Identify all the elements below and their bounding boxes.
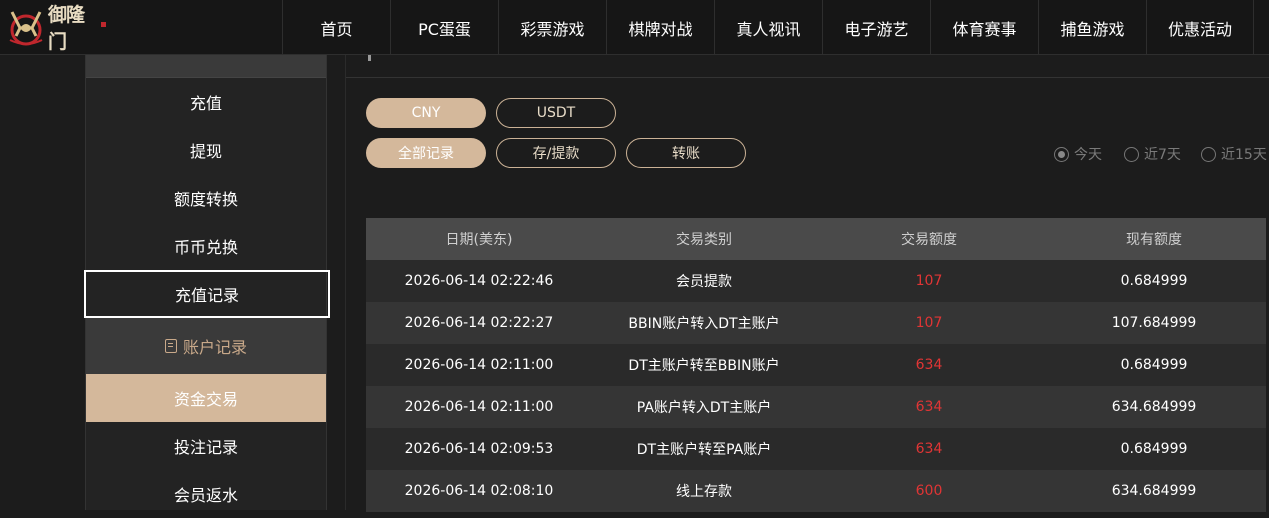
logo-red-dot: [101, 21, 106, 27]
nav-live-video[interactable]: 真人视讯: [714, 0, 822, 55]
cell-type: PA账户转入DT主账户: [636, 400, 772, 416]
filter-transfer-button[interactable]: 转账: [626, 138, 746, 168]
main-content: CNY USDT 全部记录 存/提款 转账 今天 近7天 近15天 日期(美东)…: [345, 55, 1269, 512]
nav-lottery[interactable]: 彩票游戏: [498, 0, 606, 55]
main-nav: 首页 PC蛋蛋 彩票游戏 棋牌对战 真人视讯 电子游艺 体育赛事 捕鱼游戏 优惠…: [282, 0, 1254, 55]
filter-all-records-button[interactable]: 全部记录: [366, 138, 486, 168]
document-icon: [164, 339, 177, 353]
range-7days-label: 近7天: [1144, 147, 1181, 163]
sidebar-group-header: [86, 55, 326, 78]
table-header: 日期(美东) 交易类别 交易额度 现有额度: [366, 218, 1266, 260]
sidebar-item-rebate[interactable]: 会员返水: [86, 470, 326, 518]
cell-date: 2026-06-14 02:11:00: [404, 357, 554, 373]
cell-date: 2026-06-14 02:08:10: [404, 483, 554, 499]
nav-chess-cards[interactable]: 棋牌对战: [606, 0, 714, 55]
header-date: 日期(美东): [445, 232, 513, 248]
range-15days-radio[interactable]: 近15天: [1201, 144, 1267, 164]
logo[interactable]: 御隆门: [6, 4, 106, 53]
filter-deposit-withdraw-button[interactable]: 存/提款: [496, 138, 616, 168]
cell-balance: 107.684999: [1111, 315, 1197, 331]
range-today-label: 今天: [1074, 147, 1102, 163]
nav-promotions[interactable]: 优惠活动: [1146, 0, 1254, 55]
sidebar-group-label: 账户记录: [182, 338, 247, 357]
cell-balance: 634.684999: [1111, 483, 1197, 499]
header-balance: 现有额度: [1126, 232, 1182, 248]
section-header: [346, 55, 1269, 78]
cell-amount: 634: [915, 399, 943, 415]
nav-pc-dandan[interactable]: PC蛋蛋: [390, 0, 498, 55]
cell-type: 会员提款: [676, 274, 732, 290]
nav-sports[interactable]: 体育赛事: [930, 0, 1038, 55]
nav-fishing[interactable]: 捕鱼游戏: [1038, 0, 1146, 55]
sidebar-item-transfer[interactable]: 额度转换: [86, 174, 326, 222]
nav-electronic-games[interactable]: 电子游艺: [822, 0, 930, 55]
section-header-bar: [368, 55, 371, 61]
cell-balance: 0.684999: [1120, 357, 1188, 373]
range-today-radio[interactable]: 今天: [1054, 144, 1102, 164]
range-7days-radio[interactable]: 近7天: [1124, 144, 1181, 164]
cell-amount: 634: [915, 357, 943, 373]
table-row: 2026-06-14 02:08:10 线上存款 600 634.684999: [366, 470, 1266, 512]
cell-amount: 600: [915, 483, 943, 499]
cell-date: 2026-06-14 02:11:00: [404, 399, 554, 415]
top-bar: 御隆门 首页 PC蛋蛋 彩票游戏 棋牌对战 真人视讯 电子游艺 体育赛事 捕鱼游…: [0, 0, 1269, 55]
header-type: 交易类别: [676, 232, 732, 248]
sidebar-item-bet-records[interactable]: 投注记录: [86, 422, 326, 470]
currency-cny-button[interactable]: CNY: [366, 98, 486, 128]
sidebar-item-deposit[interactable]: 充值: [86, 78, 326, 126]
cell-amount: 107: [915, 273, 943, 289]
nav-home[interactable]: 首页: [282, 0, 390, 55]
range-15days-label: 近15天: [1221, 147, 1267, 163]
header-amount: 交易额度: [901, 232, 957, 248]
radio-icon: [1201, 146, 1216, 162]
table-row: 2026-06-14 02:11:00 PA账户转入DT主账户 634 634.…: [366, 386, 1266, 428]
cell-amount: 107: [915, 315, 943, 331]
sidebar-item-deposit-records[interactable]: 充值记录: [84, 270, 330, 318]
sidebar-item-withdraw[interactable]: 提现: [86, 126, 326, 174]
sidebar-item-fund-transactions[interactable]: 资金交易: [86, 374, 326, 422]
sidebar: 充值 提现 额度转换 币币兑换 充值记录 账户记录 资金交易 投注记录 会员返水: [84, 55, 330, 510]
table-row: 2026-06-14 02:22:46 会员提款 107 0.684999: [366, 260, 1266, 302]
table-row: 2026-06-14 02:22:27 BBIN账户转入DT主账户 107 10…: [366, 302, 1266, 344]
cell-type: 线上存款: [676, 484, 732, 500]
table-row: 2026-06-14 02:11:00 DT主账户转至BBIN账户 634 0.…: [366, 344, 1266, 386]
cell-amount: 634: [915, 441, 943, 457]
logo-text: 御隆门: [48, 4, 85, 53]
cell-date: 2026-06-14 02:22:46: [404, 273, 554, 289]
cell-date: 2026-06-14 02:09:53: [404, 441, 554, 457]
cell-balance: 634.684999: [1111, 399, 1197, 415]
transactions-table: 日期(美东) 交易类别 交易额度 现有额度 2026-06-14 02:22:4…: [366, 218, 1266, 512]
currency-usdt-button[interactable]: USDT: [496, 98, 616, 128]
radio-icon: [1124, 146, 1139, 162]
cell-balance: 0.684999: [1120, 441, 1188, 457]
cell-date: 2026-06-14 02:22:27: [404, 315, 554, 331]
sidebar-item-coin-exchange[interactable]: 币币兑换: [86, 222, 326, 270]
cell-type: BBIN账户转入DT主账户: [628, 316, 780, 332]
dragon-logo-icon: [6, 6, 46, 48]
sidebar-group-account-records[interactable]: 账户记录: [86, 318, 326, 374]
table-row: 2026-06-14 02:09:53 DT主账户转至PA账户 634 0.68…: [366, 428, 1266, 470]
radio-checked-icon: [1054, 146, 1069, 162]
cell-type: DT主账户转至BBIN账户: [628, 358, 780, 374]
cell-balance: 0.684999: [1120, 273, 1188, 289]
cell-type: DT主账户转至PA账户: [636, 442, 772, 458]
